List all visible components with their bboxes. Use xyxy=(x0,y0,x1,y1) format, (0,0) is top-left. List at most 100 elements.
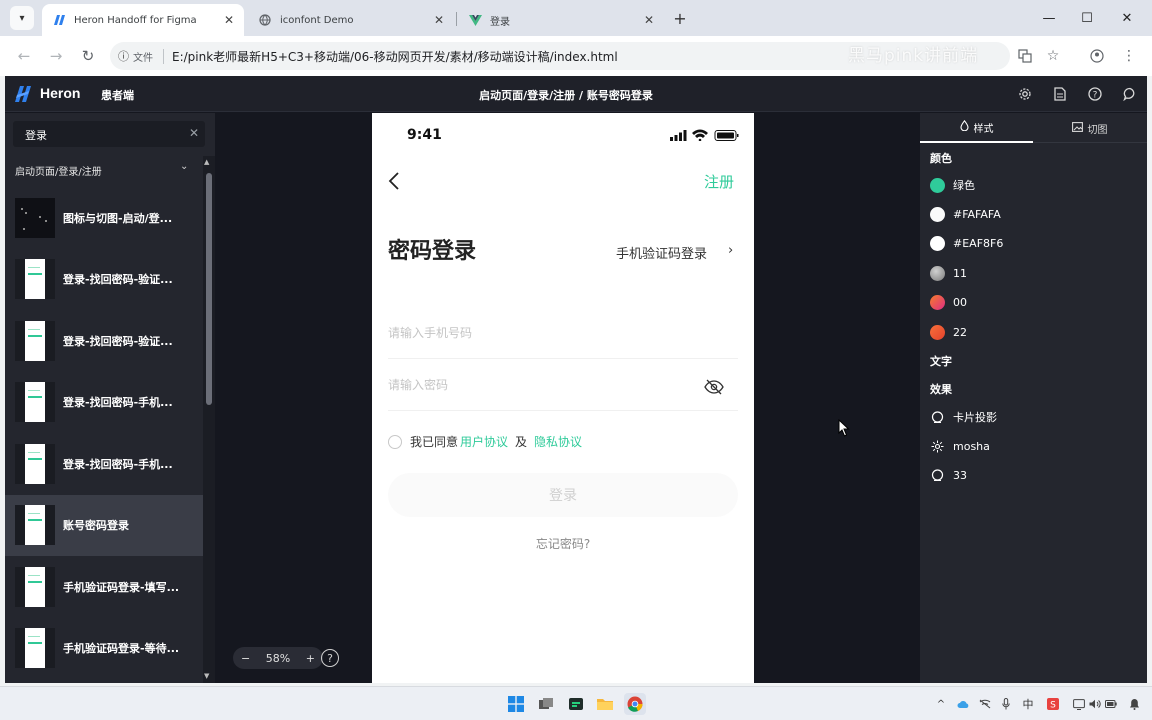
tab-style[interactable]: 样式 xyxy=(920,113,1033,143)
task-view-icon[interactable] xyxy=(535,693,557,715)
artboard-login-screen[interactable]: 9:41 注册 密码登录 手机验证码登录 › 我已同意 用户协议 及 隐私协议 xyxy=(372,113,754,683)
page-item[interactable]: 手机验证码登录-等待... xyxy=(5,618,203,680)
eye-off-icon[interactable] xyxy=(704,379,724,395)
color-item[interactable]: 绿色 xyxy=(930,177,975,193)
zoom-control: − 58% + xyxy=(233,647,323,669)
back-arrow-icon[interactable]: ← xyxy=(13,45,35,67)
breadcrumb-path[interactable]: 启动页面/登录/注册 xyxy=(479,89,575,102)
effect-name: mosha xyxy=(953,440,990,453)
color-swatch xyxy=(930,295,945,310)
speaker-icon[interactable] xyxy=(1088,697,1102,711)
tab-label: iconfont Demo xyxy=(280,14,354,26)
page-thumbnail xyxy=(15,197,55,238)
info-icon[interactable]: ⓘ xyxy=(118,48,129,64)
color-item[interactable]: 22 xyxy=(930,325,967,340)
color-swatch xyxy=(930,177,945,193)
tab-login[interactable]: 登录 ✕ xyxy=(458,4,664,36)
notification-bell-icon[interactable] xyxy=(1127,697,1141,711)
profile-icon[interactable] xyxy=(1087,46,1107,66)
forward-arrow-icon[interactable]: → xyxy=(45,45,67,67)
bookmark-star-icon[interactable]: ☆ xyxy=(1043,46,1063,66)
text-section-title: 文字 xyxy=(930,355,952,368)
color-item[interactable]: #EAF8F6 xyxy=(930,236,1003,251)
chat-icon[interactable] xyxy=(1122,86,1138,102)
battery-icon[interactable] xyxy=(1104,697,1118,711)
chevron-right-icon[interactable]: › xyxy=(728,243,733,258)
chrome-icon[interactable] xyxy=(624,693,646,715)
chevron-down-icon[interactable]: ⌄ xyxy=(180,161,188,172)
clear-search-icon[interactable]: ✕ xyxy=(189,126,199,140)
breadcrumb-separator: / xyxy=(575,89,587,102)
globe-icon xyxy=(258,13,272,27)
url-text[interactable]: E:/pink老师最新H5+C3+移动端/06-移动网页开发/素材/移动端设计稿… xyxy=(172,48,618,65)
sms-login-link[interactable]: 手机验证码登录 xyxy=(616,243,707,262)
page-thumbnail xyxy=(15,443,55,484)
back-chevron-icon[interactable] xyxy=(386,171,402,191)
zoom-out-button[interactable]: − xyxy=(241,652,250,665)
scroll-down-icon[interactable]: ▼ xyxy=(204,672,209,680)
page-item[interactable]: 登录-找回密码-验证... xyxy=(5,249,203,311)
scroll-up-icon[interactable]: ▲ xyxy=(204,158,209,166)
forgot-password-link[interactable]: 忘记密码? xyxy=(372,535,754,552)
user-agreement-link[interactable]: 用户协议 xyxy=(460,433,508,450)
page-thumbnail xyxy=(15,320,55,361)
tab-iconfont[interactable]: iconfont Demo ✕ xyxy=(248,4,454,36)
new-tab-plus-icon[interactable]: + xyxy=(670,8,690,28)
privacy-policy-link[interactable]: 隐私协议 xyxy=(534,433,582,450)
chevron-up-icon[interactable]: ^ xyxy=(934,697,948,711)
phone-number-input[interactable] xyxy=(388,326,688,340)
page-item[interactable]: 登录-找回密码-手机... xyxy=(5,433,203,495)
tab-search-button[interactable]: ▾ xyxy=(10,6,34,30)
effect-item[interactable]: 卡片投影 xyxy=(930,409,997,425)
maximize-icon[interactable]: ☐ xyxy=(1072,6,1102,30)
windows-start-icon[interactable] xyxy=(505,693,527,715)
zoom-in-button[interactable]: + xyxy=(306,652,315,665)
microphone-icon[interactable] xyxy=(999,697,1013,711)
register-link[interactable]: 注册 xyxy=(704,171,734,192)
close-icon[interactable]: ✕ xyxy=(644,13,654,27)
color-item[interactable]: 11 xyxy=(930,266,967,281)
more-menu-icon[interactable]: ⋮ xyxy=(1119,46,1139,66)
scrollbar-thumb[interactable] xyxy=(206,173,212,405)
window-close-icon[interactable]: ✕ xyxy=(1112,6,1142,30)
document-icon[interactable] xyxy=(1052,86,1068,102)
terminal-app-icon[interactable] xyxy=(565,693,587,715)
canvas-help-button[interactable]: ? xyxy=(321,649,339,667)
translate-icon[interactable] xyxy=(1015,46,1035,66)
cloud-icon[interactable] xyxy=(956,697,970,711)
page-item-label: 手机验证码登录-等待... xyxy=(63,642,180,656)
color-item[interactable]: 00 xyxy=(930,295,967,310)
effects-section-title: 效果 xyxy=(930,383,952,396)
page-item-active[interactable]: 账号密码登录 xyxy=(5,494,203,556)
network-off-icon[interactable] xyxy=(978,697,992,711)
color-item[interactable]: #FAFAFA xyxy=(930,207,1001,222)
screen-capture-icon[interactable] xyxy=(1072,697,1086,711)
agree-checkbox[interactable] xyxy=(388,434,402,449)
minimize-icon[interactable]: — xyxy=(1034,6,1064,30)
page-item[interactable]: 登录-找回密码-验证... xyxy=(5,310,203,372)
color-swatch xyxy=(930,236,945,251)
sogou-input-icon[interactable]: S xyxy=(1046,697,1060,711)
password-input[interactable] xyxy=(388,378,688,392)
ime-indicator[interactable]: 中 xyxy=(1021,697,1035,711)
effect-item[interactable]: mosha xyxy=(930,439,990,454)
help-icon[interactable]: ? xyxy=(1087,86,1103,102)
page-item[interactable]: 手机验证码登录-填写... xyxy=(5,556,203,618)
tab-label: Heron Handoff for Figma xyxy=(74,14,197,26)
tab-separator xyxy=(456,12,457,26)
reload-icon[interactable]: ↻ xyxy=(77,45,99,67)
file-explorer-icon[interactable] xyxy=(594,693,616,715)
effect-item[interactable]: 33 xyxy=(930,468,967,483)
tab-heron[interactable]: Heron Handoff for Figma ✕ xyxy=(42,4,244,36)
page-group-header[interactable]: 启动页面/登录/注册 xyxy=(15,163,102,178)
close-icon[interactable]: ✕ xyxy=(434,13,444,27)
browser-address-bar: ← → ↻ ⓘ 文件 E:/pink老师最新H5+C3+移动端/06-移动网页开… xyxy=(0,36,1152,76)
gear-icon[interactable] xyxy=(1017,86,1033,102)
login-button[interactable]: 登录 xyxy=(388,473,738,517)
page-item[interactable]: 登录-找回密码-手机... xyxy=(5,372,203,434)
page-search-input[interactable]: 登录 ✕ xyxy=(13,121,205,147)
close-icon[interactable]: ✕ xyxy=(224,13,234,27)
page-title: 密码登录 xyxy=(388,239,477,264)
tab-slices[interactable]: 切图 xyxy=(1033,113,1146,143)
page-item[interactable]: 图标与切图-启动/登... xyxy=(5,187,203,249)
